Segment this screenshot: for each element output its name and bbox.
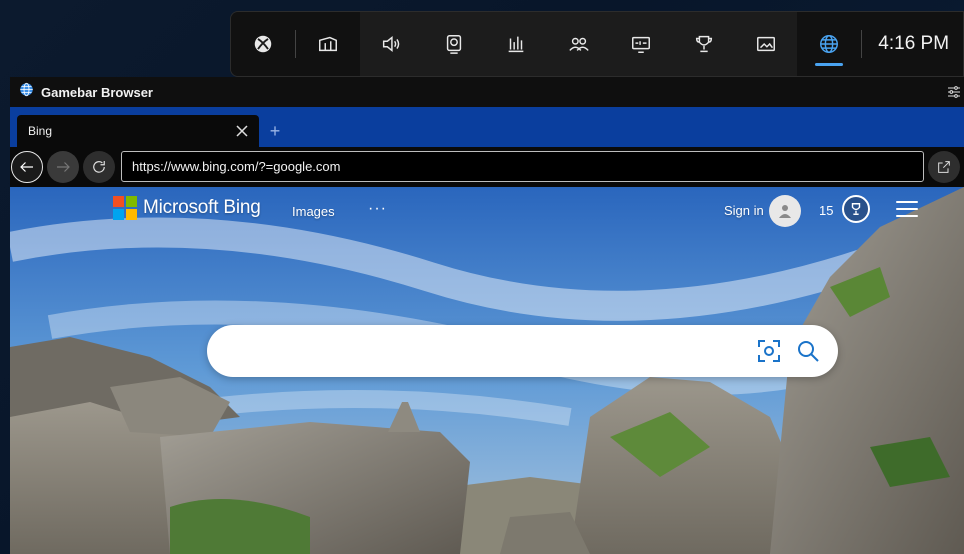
back-button[interactable] — [11, 151, 43, 183]
address-bar[interactable] — [121, 151, 924, 182]
rewards-count: 15 — [819, 203, 834, 218]
performance-icon — [508, 36, 524, 53]
social-button[interactable] — [547, 12, 609, 76]
menu-line — [896, 201, 918, 203]
sign-in-link[interactable]: Sign in — [724, 203, 764, 218]
globe-icon — [19, 82, 34, 102]
tab-strip: Bing + — [10, 107, 964, 147]
performance-button[interactable] — [485, 12, 547, 76]
audio-icon — [383, 36, 400, 52]
search-icon — [798, 341, 819, 362]
resources-button[interactable] — [610, 12, 672, 76]
search-box[interactable] — [207, 325, 838, 377]
window-title: Gamebar Browser — [41, 84, 153, 100]
logo-square-blue — [113, 209, 124, 220]
game-bar-left-group — [231, 12, 360, 76]
logo-square-green — [126, 196, 137, 207]
forward-button[interactable] — [47, 151, 79, 183]
navigation-bar — [10, 147, 964, 187]
xbox-button[interactable] — [231, 12, 295, 76]
search-input[interactable] — [231, 339, 751, 363]
bing-logo[interactable]: Microsoft Bing — [113, 196, 261, 220]
widget-menu-icon — [319, 36, 337, 52]
gallery-button[interactable] — [735, 12, 797, 76]
capture-button[interactable] — [422, 12, 484, 76]
sliders-icon — [948, 86, 960, 98]
achievements-icon — [695, 35, 712, 53]
title-bar: Gamebar Browser — [10, 77, 964, 107]
clock: 4:16 PM — [878, 33, 950, 54]
more-menu-button[interactable]: ··· — [368, 200, 387, 218]
user-icon — [779, 205, 791, 218]
trophy-icon — [851, 203, 861, 215]
close-icon — [236, 125, 248, 137]
browser-globe-icon — [820, 35, 839, 53]
logo-square-red — [113, 196, 124, 207]
xbox-icon — [254, 35, 272, 53]
capture-icon — [446, 35, 461, 54]
bing-header: Microsoft Bing Images ··· Sign in 15 — [10, 187, 964, 233]
brand-name: Microsoft Bing — [143, 197, 261, 218]
menu-line — [896, 208, 918, 210]
new-tab-button[interactable]: + — [259, 115, 291, 147]
search-button[interactable] — [795, 338, 821, 364]
url-input[interactable] — [132, 159, 923, 174]
tab-close-button[interactable] — [235, 124, 249, 138]
arrow-right-icon — [57, 162, 70, 172]
xbox-social-icon — [568, 37, 589, 51]
visual-search-button[interactable] — [756, 338, 782, 364]
camera-search-icon — [758, 340, 780, 362]
browser-window: Gamebar Browser Bing + https://www.bing.… — [10, 77, 964, 554]
bing-page: Microsoft Bing Images ··· Sign in 15 — [10, 187, 964, 554]
gallery-icon — [757, 36, 776, 52]
browser-button[interactable] — [797, 12, 861, 76]
game-bar: 4:16 PM — [230, 11, 964, 77]
tab-label: Bing — [28, 124, 53, 138]
logo-square-yellow — [126, 209, 137, 220]
popout-button[interactable] — [928, 151, 960, 183]
microsoft-logo-icon — [113, 196, 137, 220]
refresh-icon — [93, 161, 105, 173]
open-external-icon — [938, 161, 950, 173]
audio-button[interactable] — [360, 12, 422, 76]
achievements-button[interactable] — [672, 12, 734, 76]
resources-icon — [632, 36, 651, 53]
hamburger-menu-button[interactable] — [896, 201, 918, 219]
refresh-button[interactable] — [83, 151, 115, 183]
game-bar-right-group: 4:16 PM — [797, 12, 963, 76]
menu-line — [896, 215, 918, 217]
rewards-button[interactable] — [842, 195, 870, 223]
tab-bing[interactable]: Bing — [17, 115, 259, 147]
settings-button[interactable] — [946, 84, 962, 105]
plus-icon: + — [269, 120, 281, 141]
arrow-left-icon — [20, 162, 33, 172]
avatar[interactable] — [769, 195, 801, 227]
images-link[interactable]: Images — [292, 204, 335, 219]
widget-menu-button[interactable] — [296, 12, 360, 76]
